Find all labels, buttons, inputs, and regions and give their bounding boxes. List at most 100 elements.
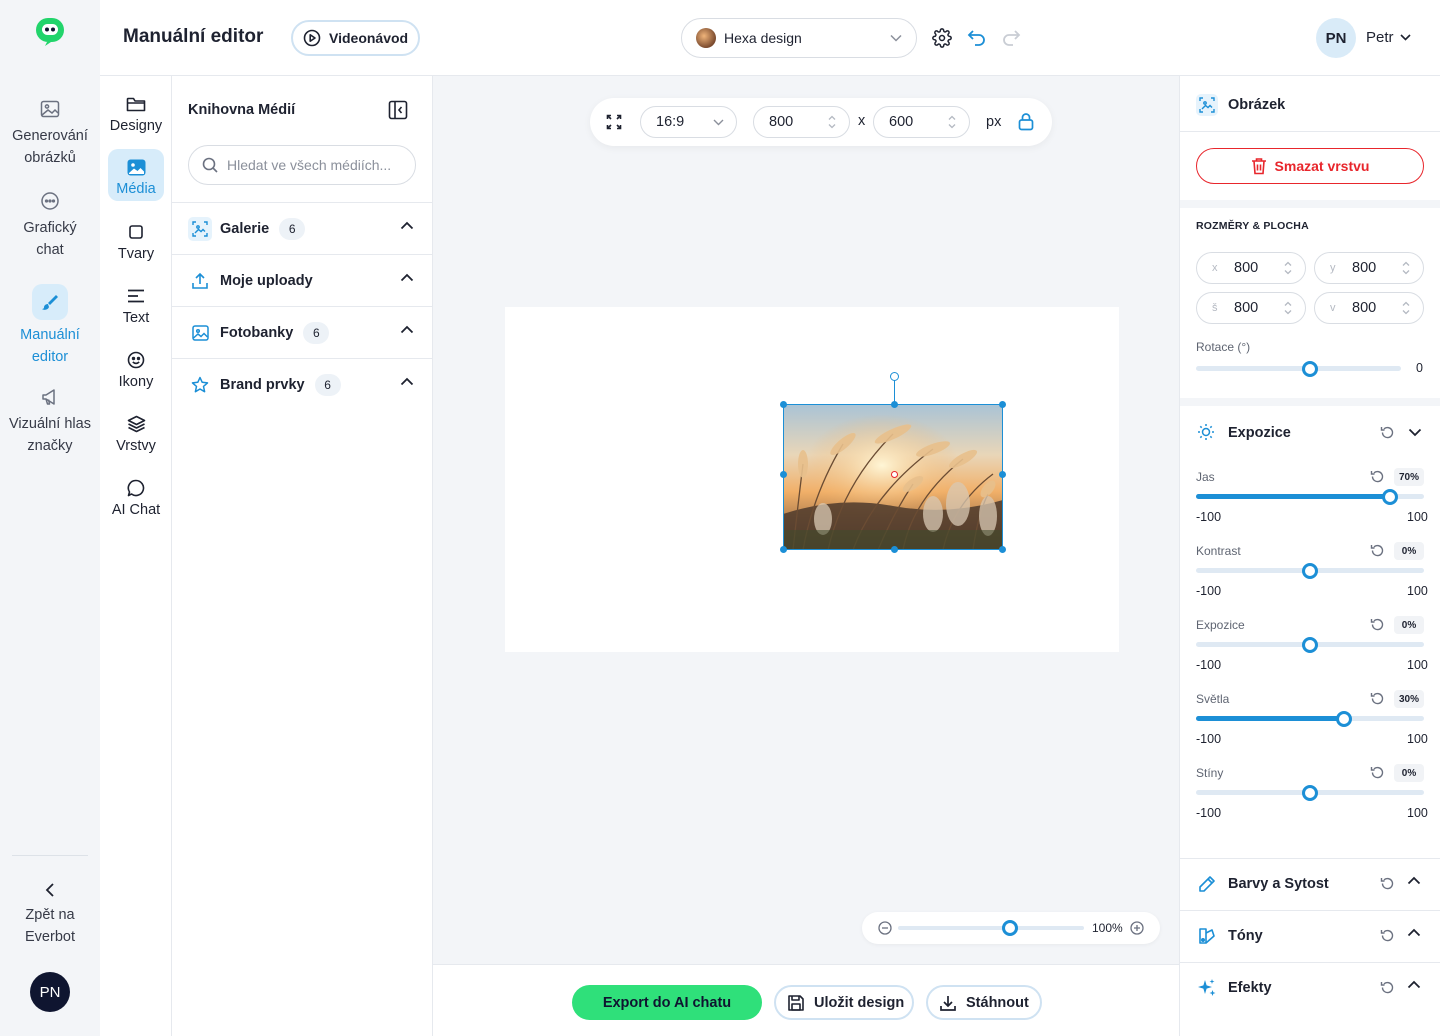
section-stock-photos[interactable]: Fotobanky 6 <box>172 306 432 358</box>
slider-thumb[interactable] <box>1302 785 1318 801</box>
reset-icon[interactable] <box>1380 928 1395 943</box>
slider-thumb[interactable] <box>1302 563 1318 579</box>
stepper-icon[interactable] <box>827 114 837 130</box>
exposure-section-header[interactable]: Expozice <box>1180 406 1440 458</box>
y-position-input[interactable]: y 800 <box>1314 252 1424 284</box>
tones-section[interactable]: Tóny <box>1180 910 1440 962</box>
avatar[interactable]: PN <box>30 972 70 1012</box>
reset-icon[interactable] <box>1370 543 1385 558</box>
image-frame-icon <box>1196 94 1218 116</box>
section-brand-elements[interactable]: Brand prvky 6 <box>172 358 432 410</box>
undo-icon[interactable] <box>965 26 989 50</box>
stepper-icon[interactable] <box>1283 300 1293 316</box>
chat-bubble-icon <box>100 476 172 500</box>
section-gallery[interactable]: Galerie 6 <box>172 202 432 254</box>
tool-label: Tvary <box>117 246 155 262</box>
stepper-icon[interactable] <box>1401 260 1411 276</box>
media-search-input[interactable]: Hledat ve všech médiích... <box>188 145 416 185</box>
action-bar: Export do AI chatu Uložit design Stáhnou… <box>433 964 1179 1036</box>
square-icon <box>100 220 172 244</box>
everbot-logo-icon[interactable] <box>33 14 67 48</box>
canvas-width-input[interactable]: 800 <box>753 106 850 138</box>
properties-panel: Obrázek Smazat vrstvu ROZMĚRY & PLOCHA x… <box>1179 76 1440 1036</box>
rail-item-brand-voice[interactable]: Vizuální hlas značky <box>0 383 100 457</box>
tool-rail: Designy Média Tvary Text Ikony Vrstvy AI… <box>100 76 172 1036</box>
rotation-value: 0 <box>1416 361 1423 375</box>
download-button[interactable]: Stáhnout <box>926 985 1042 1020</box>
resize-handle[interactable] <box>999 546 1006 553</box>
user-avatar[interactable]: PN <box>1316 18 1356 58</box>
fit-screen-icon[interactable] <box>606 114 622 130</box>
brush-icon <box>32 284 68 320</box>
resize-handle[interactable] <box>780 546 787 553</box>
aspect-ratio-select[interactable]: 16:9 <box>640 106 737 138</box>
rail-item-manual-editor[interactable]: Manuální editor <box>0 284 100 368</box>
resize-handle[interactable] <box>891 401 898 408</box>
zoom-track[interactable] <box>898 926 1084 930</box>
canvas-size-toolbar: 16:9 800 x 600 px <box>590 98 1052 146</box>
video-tutorial-button[interactable]: Videonávod <box>291 20 420 56</box>
chevron-up-icon[interactable] <box>1407 980 1421 989</box>
reset-icon[interactable] <box>1370 691 1385 706</box>
chevron-up-icon[interactable] <box>1407 928 1421 937</box>
zoom-out-icon[interactable] <box>878 921 892 935</box>
stepper-icon[interactable] <box>1401 300 1411 316</box>
slider-thumb[interactable] <box>1336 711 1353 727</box>
tool-label: Designy <box>109 118 163 134</box>
lock-ratio-icon[interactable] <box>1018 112 1034 131</box>
tool-designs[interactable]: Designy <box>100 92 172 134</box>
slider-label: Expozice <box>1196 618 1245 632</box>
reset-icon[interactable] <box>1380 876 1395 891</box>
reset-icon[interactable] <box>1370 617 1385 632</box>
save-design-button[interactable]: Uložit design <box>774 985 914 1020</box>
width-input[interactable]: š 800 <box>1196 292 1306 324</box>
tool-icons[interactable]: Ikony <box>100 348 172 390</box>
rail-item-image-generation[interactable]: Generování obrázků <box>0 95 100 169</box>
delete-layer-button[interactable]: Smazat vrstvu <box>1196 148 1424 184</box>
slider-thumb[interactable] <box>1381 489 1398 505</box>
tool-shapes[interactable]: Tvary <box>100 220 172 262</box>
rail-item-graphic-chat[interactable]: Grafický chat <box>0 187 100 261</box>
chevron-up-icon[interactable] <box>1407 876 1421 885</box>
back-to-everbot-button[interactable]: Zpět na Everbot <box>0 878 100 948</box>
slider-thumb[interactable] <box>1302 637 1318 653</box>
rotation-track[interactable] <box>1196 366 1401 371</box>
reset-icon[interactable] <box>1380 425 1395 440</box>
resize-handle[interactable] <box>999 401 1006 408</box>
section-my-uploads[interactable]: Moje uploady <box>172 254 432 306</box>
rotate-handle[interactable] <box>890 372 899 381</box>
tool-ai-chat[interactable]: AI Chat <box>100 476 172 518</box>
reset-icon[interactable] <box>1370 469 1385 484</box>
stepper-icon[interactable] <box>1283 260 1293 276</box>
tool-media[interactable]: Média <box>108 149 164 201</box>
app-rail: Generování obrázků Grafický chat Manuáln… <box>0 0 100 1036</box>
resize-handle[interactable] <box>999 471 1006 478</box>
colors-saturation-section[interactable]: Barvy a Sytost <box>1180 858 1440 910</box>
panel-collapse-icon[interactable] <box>388 100 408 120</box>
redo-icon[interactable] <box>999 26 1023 50</box>
effects-section[interactable]: Efekty <box>1180 962 1440 1014</box>
resize-handle[interactable] <box>780 401 787 408</box>
rotation-slider-thumb[interactable] <box>1302 361 1318 377</box>
tool-text[interactable]: Text <box>100 284 172 326</box>
stepper-icon[interactable] <box>947 114 957 130</box>
artboard[interactable] <box>505 307 1119 652</box>
x-position-input[interactable]: x 800 <box>1196 252 1306 284</box>
properties-title: Obrázek <box>1228 97 1286 113</box>
reset-icon[interactable] <box>1370 765 1385 780</box>
reset-icon[interactable] <box>1380 980 1395 995</box>
user-menu[interactable]: Petr <box>1366 29 1411 46</box>
design-select[interactable]: Hexa design <box>681 18 917 58</box>
zoom-in-icon[interactable] <box>1130 921 1144 935</box>
zoom-slider-thumb[interactable] <box>1001 920 1018 936</box>
chevron-down-icon[interactable] <box>1408 428 1422 437</box>
resize-handle[interactable] <box>780 471 787 478</box>
sparkles-icon <box>1197 978 1217 998</box>
tool-layers[interactable]: Vrstvy <box>100 412 172 454</box>
height-input[interactable]: v 800 <box>1314 292 1424 324</box>
slider-percent-badge: 0% <box>1394 764 1424 782</box>
export-to-ai-chat-button[interactable]: Export do AI chatu <box>572 985 762 1020</box>
resize-handle[interactable] <box>891 546 898 553</box>
canvas-height-input[interactable]: 600 <box>873 106 970 138</box>
settings-gear-icon[interactable] <box>930 26 954 50</box>
